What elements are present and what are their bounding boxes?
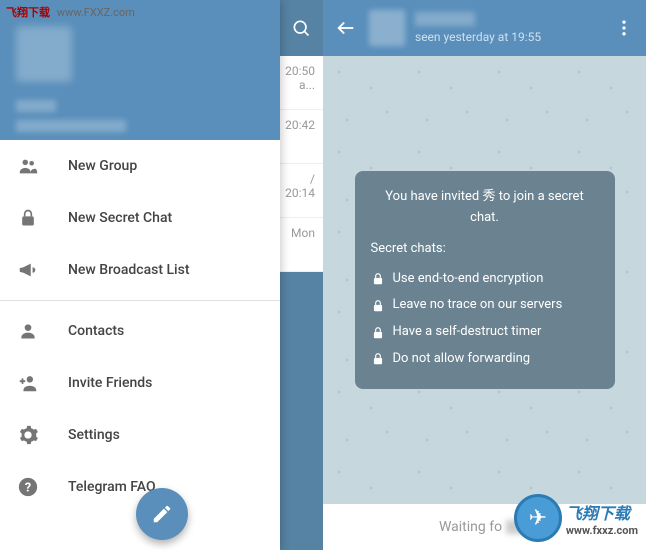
user-phone [16, 120, 126, 132]
info-subtitle: Secret chats: [371, 239, 599, 260]
arrow-left-icon [335, 17, 357, 39]
input-placeholder: Waiting fo [439, 519, 502, 535]
menu-new-secret-chat[interactable]: New Secret Chat [0, 192, 280, 244]
feature-item: Have a self-destruct timer [371, 319, 599, 346]
info-intro: You have invited 秀 to join a secret chat… [371, 187, 599, 229]
back-button[interactable] [335, 17, 357, 39]
watermark-logo-icon: ✈ [514, 494, 562, 542]
chat-list-item[interactable]: Mon [280, 218, 323, 272]
person-icon [16, 319, 40, 343]
more-vertical-icon [614, 18, 634, 38]
navigation-drawer: New Group New Secret Chat New Broadcast … [0, 0, 280, 550]
search-bar[interactable] [280, 0, 323, 56]
feature-item: Leave no trace on our servers [371, 292, 599, 319]
search-icon [291, 18, 311, 38]
menu-label: New Group [68, 158, 137, 174]
overflow-menu-button[interactable] [614, 18, 634, 38]
group-icon [16, 154, 40, 178]
drawer-header [0, 0, 280, 140]
svg-text:?: ? [25, 481, 31, 496]
menu-new-group[interactable]: New Group [0, 140, 280, 192]
chat-list-item[interactable]: 20:42 [280, 110, 323, 164]
menu-divider [0, 300, 280, 301]
menu-label: Contacts [68, 323, 124, 339]
user-name [16, 100, 56, 112]
menu-label: New Secret Chat [68, 210, 172, 226]
menu-settings[interactable]: Settings [0, 409, 280, 461]
help-icon: ? [16, 475, 40, 499]
feature-item: Do not allow forwarding [371, 346, 599, 373]
menu-contacts[interactable]: Contacts [0, 305, 280, 357]
gear-icon [16, 423, 40, 447]
chat-contact-name [415, 12, 475, 26]
pencil-icon [151, 503, 173, 525]
feature-item: Use end-to-end encryption [371, 266, 599, 293]
menu-label: Settings [68, 427, 120, 443]
watermark-top: 飞翔下载 www.FXXZ.com [6, 4, 135, 20]
chat-body: You have invited 秀 to join a secret chat… [323, 56, 646, 504]
person-add-icon [16, 371, 40, 395]
chat-list-item[interactable]: / 20:14 [280, 164, 323, 218]
lock-icon [371, 272, 385, 286]
megaphone-icon [16, 258, 40, 282]
chat-title-area[interactable]: seen yesterday at 19:55 [415, 12, 614, 44]
lock-icon [371, 352, 385, 366]
chat-header: seen yesterday at 19:55 [323, 0, 646, 56]
menu-label: New Broadcast List [68, 262, 190, 278]
menu-new-broadcast[interactable]: New Broadcast List [0, 244, 280, 296]
menu-invite-friends[interactable]: Invite Friends [0, 357, 280, 409]
secret-chat-info-card: You have invited 秀 to join a secret chat… [355, 171, 615, 389]
watermark-bottom: ✈ 飞翔下载 www.fxxz.com [514, 494, 638, 542]
chat-list-background: 20:50a... 20:42 / 20:14 Mon [280, 0, 323, 550]
lock-icon [371, 299, 385, 313]
compose-fab[interactable] [136, 488, 188, 540]
lock-icon [16, 206, 40, 230]
chat-avatar[interactable] [369, 10, 405, 46]
menu-label: Invite Friends [68, 375, 152, 391]
lock-icon [371, 326, 385, 340]
user-avatar[interactable] [16, 26, 72, 82]
right-screenshot: seen yesterday at 19:55 You have invited… [323, 0, 646, 550]
left-screenshot: 20:50a... 20:42 / 20:14 Mon New Group Ne… [0, 0, 323, 550]
chat-status: seen yesterday at 19:55 [415, 30, 614, 44]
drawer-menu: New Group New Secret Chat New Broadcast … [0, 140, 280, 550]
menu-label: Telegram FAQ [68, 479, 156, 495]
chat-list-item[interactable]: 20:50a... [280, 56, 323, 110]
chat-list: 20:50a... 20:42 / 20:14 Mon [280, 56, 323, 272]
